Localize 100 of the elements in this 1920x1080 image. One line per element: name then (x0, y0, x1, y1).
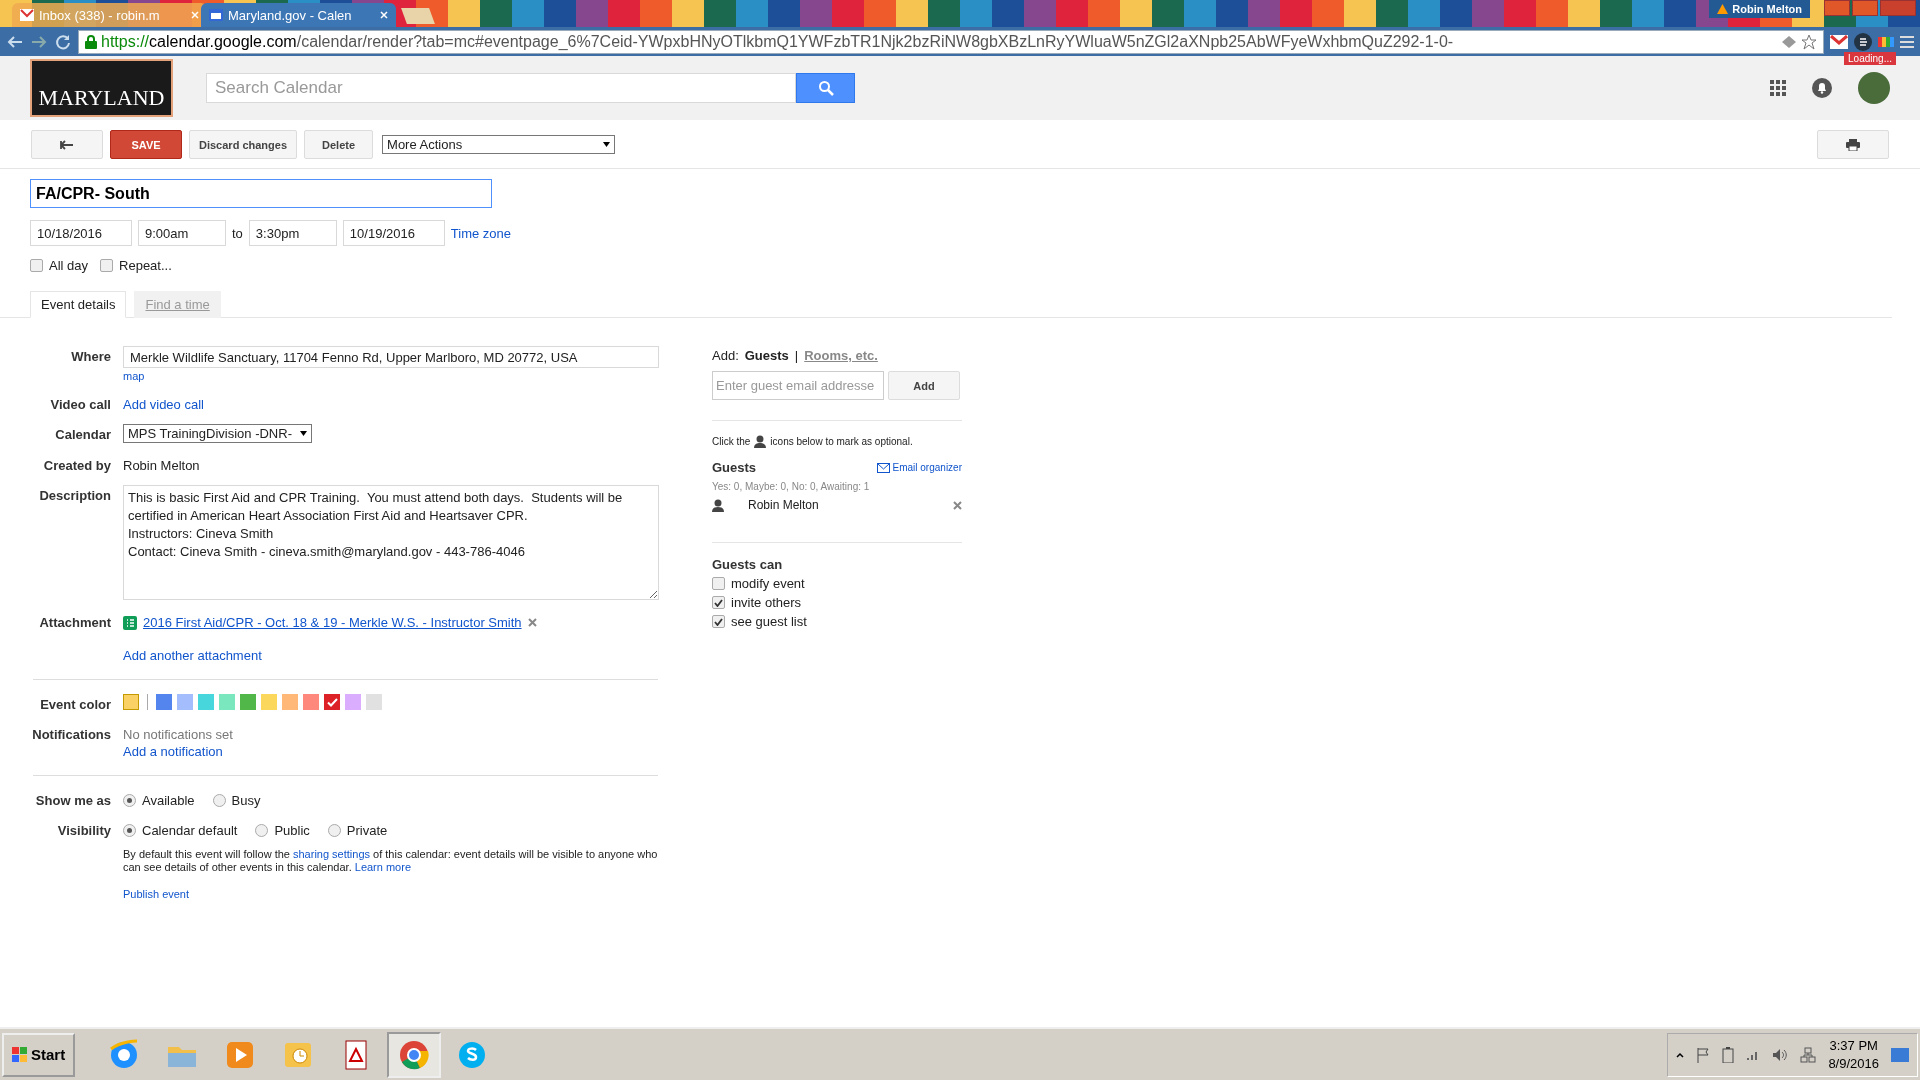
printer-icon (1846, 138, 1860, 151)
envelope-icon (876, 462, 890, 473)
spreadsheet-icon (123, 615, 137, 630)
default-color-swatch[interactable] (123, 694, 139, 710)
map-link[interactable]: map (123, 370, 660, 382)
add-guest-button[interactable]: Add (888, 371, 960, 400)
browser-tab[interactable]: Maryland.gov - Calen (201, 3, 396, 27)
menu-icon[interactable] (1900, 34, 1914, 49)
search-button[interactable] (796, 73, 855, 103)
diamond-icon[interactable] (1781, 34, 1797, 49)
rooms-link[interactable]: Rooms, etc. (804, 348, 878, 363)
back-button[interactable] (31, 130, 103, 159)
speaker-icon[interactable] (1772, 1047, 1789, 1062)
taskbar-app-button[interactable] (387, 1031, 442, 1078)
chevron-up-icon[interactable] (1676, 1051, 1685, 1058)
address-bar[interactable]: https://calendar.google.com/calendar/render?tab=mc#eventpage_6%7Ceid-YWpxbHNyOTlkbmQ1YWFzbTR1Njk2bzRiNW8gbXBzLnRyYWluaW5nZGl2aXNpb25AbWFyeWxhbmQuZ292-1-0- (78, 29, 1824, 54)
star-icon[interactable] (1801, 33, 1817, 50)
reload-icon[interactable] (54, 32, 72, 51)
discard-changes-button[interactable]: Discard changes (189, 130, 298, 159)
color-swatch[interactable] (240, 694, 256, 710)
add-notification-link[interactable]: Add a notification (123, 744, 660, 759)
publish-event-link[interactable]: Publish event (123, 888, 663, 900)
print-button[interactable] (1817, 130, 1889, 159)
color-swatch[interactable] (366, 694, 382, 710)
where-field[interactable]: Merkle Wildlife Sanctuary, 11704 Fenno Rd, Upper Marlboro, MD 20772, USA (123, 346, 659, 368)
checkbox-label: Repeat... (119, 258, 172, 273)
more-actions-dropdown[interactable]: More Actions (382, 135, 616, 154)
delete-button[interactable]: Delete (304, 130, 374, 159)
checkbox[interactable] (712, 615, 725, 628)
start-time-field[interactable]: 9:00am (138, 220, 226, 246)
color-swatch[interactable] (156, 694, 172, 710)
guests-heading: Guests (712, 460, 757, 475)
checkbox[interactable] (30, 259, 43, 272)
email-organizer-link[interactable]: Email organizer (876, 462, 962, 473)
color-swatch[interactable] (324, 694, 340, 710)
event-title-field[interactable]: FA/CPR- South (30, 179, 492, 208)
end-date-field[interactable]: 10/19/2016 (342, 220, 445, 246)
network-icon[interactable] (1800, 1046, 1817, 1063)
checkbox[interactable] (100, 259, 114, 272)
maryland-logo[interactable]: MARYLAND (30, 59, 173, 117)
close-icon[interactable] (527, 618, 537, 627)
clock[interactable]: 3:37 PM 8/9/2016 (1828, 1036, 1879, 1073)
rsvp-summary: Yes: 0, Maybe: 0, No: 0, Awaiting: 1 (712, 481, 871, 492)
minimize-button[interactable] (1824, 0, 1850, 16)
check-mark-icon (714, 598, 723, 607)
color-swatch[interactable] (345, 694, 361, 710)
new-tab-button[interactable] (401, 8, 435, 24)
color-swatch[interactable] (198, 694, 214, 710)
checkbox[interactable] (712, 596, 725, 609)
show-desktop-icon[interactable] (1891, 1047, 1909, 1062)
radio-button[interactable] (255, 824, 269, 837)
battery-icon[interactable] (1722, 1046, 1735, 1063)
remove-icon[interactable] (953, 500, 962, 510)
person-icon[interactable] (712, 498, 724, 512)
time-zone-link[interactable]: Time zone (450, 225, 512, 241)
save-button[interactable]: SAVE (110, 130, 182, 159)
user-profile-badge[interactable]: Robin Melton (1709, 0, 1810, 18)
radio-button[interactable] (123, 824, 136, 837)
color-bars-icon[interactable] (1878, 36, 1894, 47)
checkbox[interactable] (712, 577, 725, 590)
color-swatch[interactable] (219, 694, 235, 710)
notification-bell-icon[interactable] (1812, 78, 1832, 98)
extension-icon[interactable] (1854, 32, 1872, 51)
radio-label: Public (274, 823, 310, 838)
color-swatch[interactable] (177, 694, 193, 710)
apps-grid-icon[interactable] (1770, 80, 1786, 96)
guest-email-field[interactable]: Enter guest email addresse (712, 371, 884, 400)
add-video-call-link[interactable]: Add video call (123, 394, 660, 412)
guests-tab[interactable]: Guests (744, 348, 789, 363)
separator: | (794, 348, 799, 363)
learn-more-link[interactable]: Learn more (354, 861, 412, 873)
color-swatch[interactable] (303, 694, 319, 710)
checkbox-label: invite others (731, 595, 802, 610)
search-field[interactable]: Search Calendar (206, 73, 796, 103)
radio-button[interactable] (212, 794, 226, 807)
calendar-dropdown[interactable]: MPS TrainingDivision -DNR- (123, 424, 312, 443)
to-label: to (232, 225, 243, 241)
color-swatch[interactable] (282, 694, 298, 710)
loading-badge: Loading... (1844, 52, 1896, 65)
visibility-note: By default this event will follow the sharing settings of this calendar: event details will be visible to anyone who can see details of other events in this calendar. Learn more (123, 848, 659, 874)
color-swatch[interactable] (261, 694, 277, 710)
avatar[interactable] (1858, 72, 1890, 104)
hint-text: Click the (712, 436, 751, 447)
attachment-link[interactable]: 2016 First Aid/CPR - Oct. 18 & 19 - Merkle W.S. - Instructor Smith (143, 615, 522, 630)
start-button[interactable]: Start (2, 1032, 76, 1077)
end-time-field[interactable]: 3:30pm (248, 220, 337, 246)
notifications-status: No notifications set (123, 726, 234, 742)
dropdown-caret-icon (300, 431, 307, 436)
maximize-button[interactable] (1852, 0, 1878, 16)
field-label: Description (38, 487, 111, 505)
mail-icon[interactable] (1830, 34, 1848, 49)
radio-button[interactable] (327, 824, 341, 837)
tab[interactable]: Event details (30, 291, 127, 318)
start-date-field[interactable]: 10/18/2016 (30, 220, 132, 246)
sharing-settings-link[interactable]: sharing settings (293, 848, 371, 860)
description-field[interactable]: This is basic First Aid and CPR Training. You must attend both days. Students will be certified in American Heart Association First Aid and Heartsaver CPR. Instructors: Cineva Smith Contact: Cineva Smith - cineva.smith@maryland.gov - 443-786-4046 (123, 485, 659, 600)
radio-button[interactable] (123, 794, 136, 807)
add-attachment-link[interactable]: Add another attachment (123, 648, 660, 663)
flag-icon[interactable] (1696, 1046, 1711, 1063)
radio-label: Calendar default (142, 823, 238, 838)
